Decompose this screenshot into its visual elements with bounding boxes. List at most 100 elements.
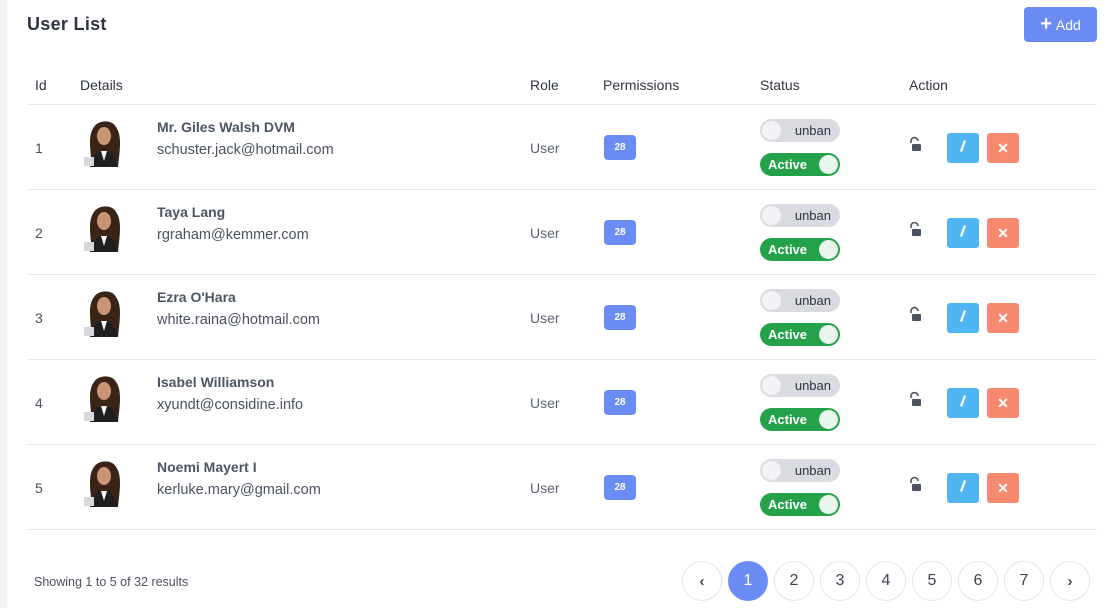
user-name: Ezra O'Hara — [157, 289, 236, 305]
table-row: 3 Ezra O'Hara white.raina@hotmail.com Us… — [27, 275, 1097, 360]
user-email: kerluke.mary@gmail.com — [157, 482, 321, 498]
active-toggle-label: Active — [768, 242, 808, 257]
row-id: 3 — [35, 310, 43, 326]
toggle-knob — [762, 461, 781, 480]
user-name: Taya Lang — [157, 204, 226, 220]
active-toggle[interactable]: Active — [760, 153, 840, 176]
active-toggle-label: Active — [768, 412, 808, 427]
permissions-badge[interactable]: 28 — [604, 220, 636, 245]
user-role: User — [530, 140, 560, 156]
edit-button[interactable] — [947, 303, 979, 333]
delete-button[interactable]: ✕ — [987, 303, 1019, 333]
active-toggle-label: Active — [768, 157, 808, 172]
active-toggle[interactable]: Active — [760, 493, 840, 516]
toggle-knob — [819, 495, 838, 514]
user-email: rgraham@kemmer.com — [157, 227, 309, 243]
ban-toggle-label: unban — [794, 123, 831, 138]
active-toggle-label: Active — [768, 497, 808, 512]
header-permissions: Permissions — [603, 77, 680, 93]
ban-toggle[interactable]: unban — [760, 374, 840, 397]
page-button-7[interactable]: 7 — [1004, 561, 1044, 601]
user-role: User — [530, 310, 560, 326]
avatar — [80, 457, 128, 507]
avatar — [80, 372, 128, 422]
row-id: 5 — [35, 480, 43, 496]
avatar — [80, 117, 128, 167]
pencil-icon — [957, 394, 969, 413]
permissions-badge[interactable]: 28 — [604, 305, 636, 330]
edit-button[interactable] — [947, 473, 979, 503]
prev-page-button[interactable]: ‹ — [682, 561, 722, 601]
toggle-knob — [762, 376, 781, 395]
page-button-5[interactable]: 5 — [912, 561, 952, 601]
permissions-badge[interactable]: 28 — [604, 390, 636, 415]
unlock-icon[interactable] — [908, 136, 924, 154]
results-summary: Showing 1 to 5 of 32 results — [34, 575, 189, 589]
page-button-6[interactable]: 6 — [958, 561, 998, 601]
permissions-badge[interactable]: 28 — [604, 475, 636, 500]
active-toggle[interactable]: Active — [760, 408, 840, 431]
add-button-label: Add — [1055, 16, 1081, 33]
pencil-icon — [957, 139, 969, 158]
pencil-icon — [957, 309, 969, 328]
page-button-4[interactable]: 4 — [866, 561, 906, 601]
header-action: Action — [909, 77, 948, 93]
table-row: 1 Mr. Giles Walsh DVM schuster.jack@hotm… — [27, 105, 1097, 190]
page-button-1[interactable]: 1 — [728, 561, 768, 601]
page-button-2[interactable]: 2 — [774, 561, 814, 601]
page-button-3[interactable]: 3 — [820, 561, 860, 601]
close-icon: ✕ — [997, 139, 1009, 156]
ban-toggle-label: unban — [794, 208, 831, 223]
ban-toggle-label: unban — [794, 463, 831, 478]
table-row: 2 Taya Lang rgraham@kemmer.com User 28 u… — [27, 190, 1097, 275]
close-icon: ✕ — [997, 479, 1009, 496]
unlock-icon[interactable] — [908, 391, 924, 409]
ban-toggle[interactable]: unban — [760, 119, 840, 142]
pencil-icon — [957, 224, 969, 243]
page-title: User List — [27, 14, 107, 34]
user-role: User — [530, 225, 560, 241]
user-role: User — [530, 480, 560, 496]
unlock-icon[interactable] — [908, 221, 924, 239]
table-row: 4 Isabel Williamson xyundt@considine.inf… — [27, 360, 1097, 445]
delete-button[interactable]: ✕ — [987, 473, 1019, 503]
active-toggle[interactable]: Active — [760, 238, 840, 261]
toggle-knob — [762, 291, 781, 310]
permissions-badge[interactable]: 28 — [604, 135, 636, 160]
active-toggle[interactable]: Active — [760, 323, 840, 346]
delete-button[interactable]: ✕ — [987, 388, 1019, 418]
delete-button[interactable]: ✕ — [987, 218, 1019, 248]
toggle-knob — [762, 121, 781, 140]
header-role: Role — [530, 77, 559, 93]
next-page-button[interactable]: › — [1050, 561, 1090, 601]
edit-button[interactable] — [947, 133, 979, 163]
edit-button[interactable] — [947, 388, 979, 418]
close-icon: ✕ — [997, 224, 1009, 241]
close-icon: ✕ — [997, 394, 1009, 411]
user-name: Mr. Giles Walsh DVM — [157, 119, 295, 135]
user-role: User — [530, 395, 560, 411]
user-email: white.raina@hotmail.com — [157, 312, 321, 328]
close-icon: ✕ — [997, 309, 1009, 326]
table-header: Id Details Role Permissions Status Actio… — [27, 70, 1097, 105]
header-details: Details — [80, 77, 123, 93]
row-id: 4 — [35, 395, 43, 411]
toggle-knob — [819, 325, 838, 344]
edit-button[interactable] — [947, 218, 979, 248]
pencil-icon — [957, 479, 969, 498]
unlock-icon[interactable] — [908, 476, 924, 494]
ban-toggle[interactable]: unban — [760, 204, 840, 227]
delete-button[interactable]: ✕ — [987, 133, 1019, 163]
header-status: Status — [760, 77, 800, 93]
unlock-icon[interactable] — [908, 306, 924, 324]
header-id: Id — [35, 77, 47, 93]
toggle-knob — [819, 240, 838, 259]
toggle-knob — [819, 155, 838, 174]
ban-toggle[interactable]: unban — [760, 459, 840, 482]
row-id: 1 — [35, 140, 43, 156]
add-user-button[interactable]: + Add — [1024, 7, 1097, 42]
plus-icon: + — [1040, 12, 1052, 35]
user-email: schuster.jack@hotmail.com — [157, 142, 334, 158]
ban-toggle-label: unban — [794, 378, 831, 393]
ban-toggle[interactable]: unban — [760, 289, 840, 312]
